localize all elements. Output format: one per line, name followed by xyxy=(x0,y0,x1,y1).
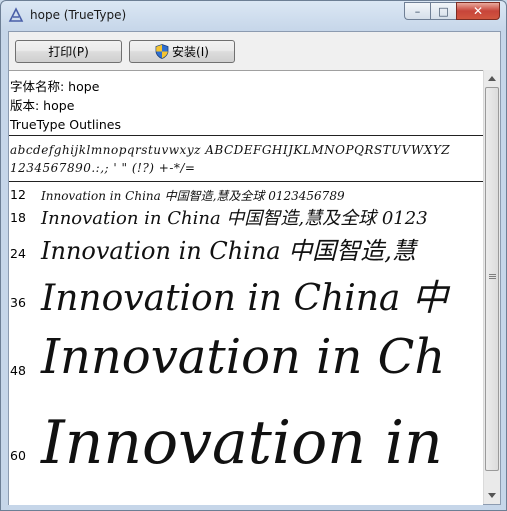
uac-shield-icon xyxy=(155,44,169,59)
sample-text: Innovation in xyxy=(41,408,443,478)
scroll-down-button[interactable] xyxy=(484,487,500,504)
font-viewer-window: hope (TrueType) – □ ✕ 打印(P) 安装(I) 字体名称: … xyxy=(0,0,507,511)
window-controls: – □ ✕ xyxy=(404,2,500,21)
maximize-icon: □ xyxy=(438,4,449,18)
sample-size-label: 12 xyxy=(10,187,26,202)
font-name: 字体名称: hope xyxy=(10,79,100,94)
sample-size-label: 24 xyxy=(10,246,26,261)
sample-size-label: 48 xyxy=(10,363,26,378)
sample-size-label: 36 xyxy=(10,295,26,310)
client-area: 打印(P) 安装(I) 字体名称: hope 版本: hope TrueType… xyxy=(8,31,501,505)
grip-line xyxy=(489,276,496,277)
sample-text: Innovation in China 中国智造,慧 xyxy=(41,237,416,265)
font-version: 版本: hope xyxy=(10,98,75,113)
sample-size-label: 18 xyxy=(10,210,26,225)
grip-line xyxy=(489,274,496,275)
divider xyxy=(9,135,483,136)
font-info: 字体名称: hope 版本: hope TrueType Outlines xyxy=(10,77,121,134)
sample-text: Innovation in China 中 xyxy=(41,278,448,319)
sample-text: Innovation in China 中国智造,慧及全球 0123456789 xyxy=(41,189,345,203)
font-app-icon xyxy=(8,7,24,22)
sample-text: Innovation in China 中国智造,慧及全球 0123 xyxy=(41,208,428,229)
scroll-up-button[interactable] xyxy=(484,70,500,87)
print-button-label: 打印(P) xyxy=(48,45,89,59)
vertical-scrollbar[interactable] xyxy=(483,70,500,504)
arrow-up-icon xyxy=(488,76,496,81)
toolbar: 打印(P) 安装(I) xyxy=(9,32,500,70)
scrollbar-thumb[interactable] xyxy=(485,87,499,471)
charset-letters: abcdefghijklmnopqrstuvwxyz ABCDEFGHIJKLM… xyxy=(10,143,451,157)
minimize-icon: – xyxy=(414,4,421,18)
divider xyxy=(9,181,483,182)
title-bar[interactable]: hope (TrueType) – □ ✕ xyxy=(1,1,506,31)
maximize-button[interactable]: □ xyxy=(430,2,456,20)
window-title: hope (TrueType) xyxy=(30,8,127,22)
sample-size-label: 60 xyxy=(10,448,26,463)
close-button[interactable]: ✕ xyxy=(456,2,500,20)
grip-line xyxy=(489,278,496,279)
minimize-button[interactable]: – xyxy=(404,2,430,20)
install-button[interactable]: 安装(I) xyxy=(129,40,235,63)
install-button-label: 安装(I) xyxy=(172,45,209,59)
close-icon: ✕ xyxy=(472,4,484,18)
arrow-down-icon xyxy=(488,493,496,498)
charset-digits: 1234567890.:,; ' " (!?) +-*/= xyxy=(10,161,196,175)
font-preview-pane[interactable]: 字体名称: hope 版本: hope TrueType Outlines ab… xyxy=(9,70,483,505)
print-button[interactable]: 打印(P) xyxy=(15,40,122,63)
sample-text: Innovation in Ch xyxy=(41,329,446,385)
font-outline-type: TrueType Outlines xyxy=(10,117,121,132)
